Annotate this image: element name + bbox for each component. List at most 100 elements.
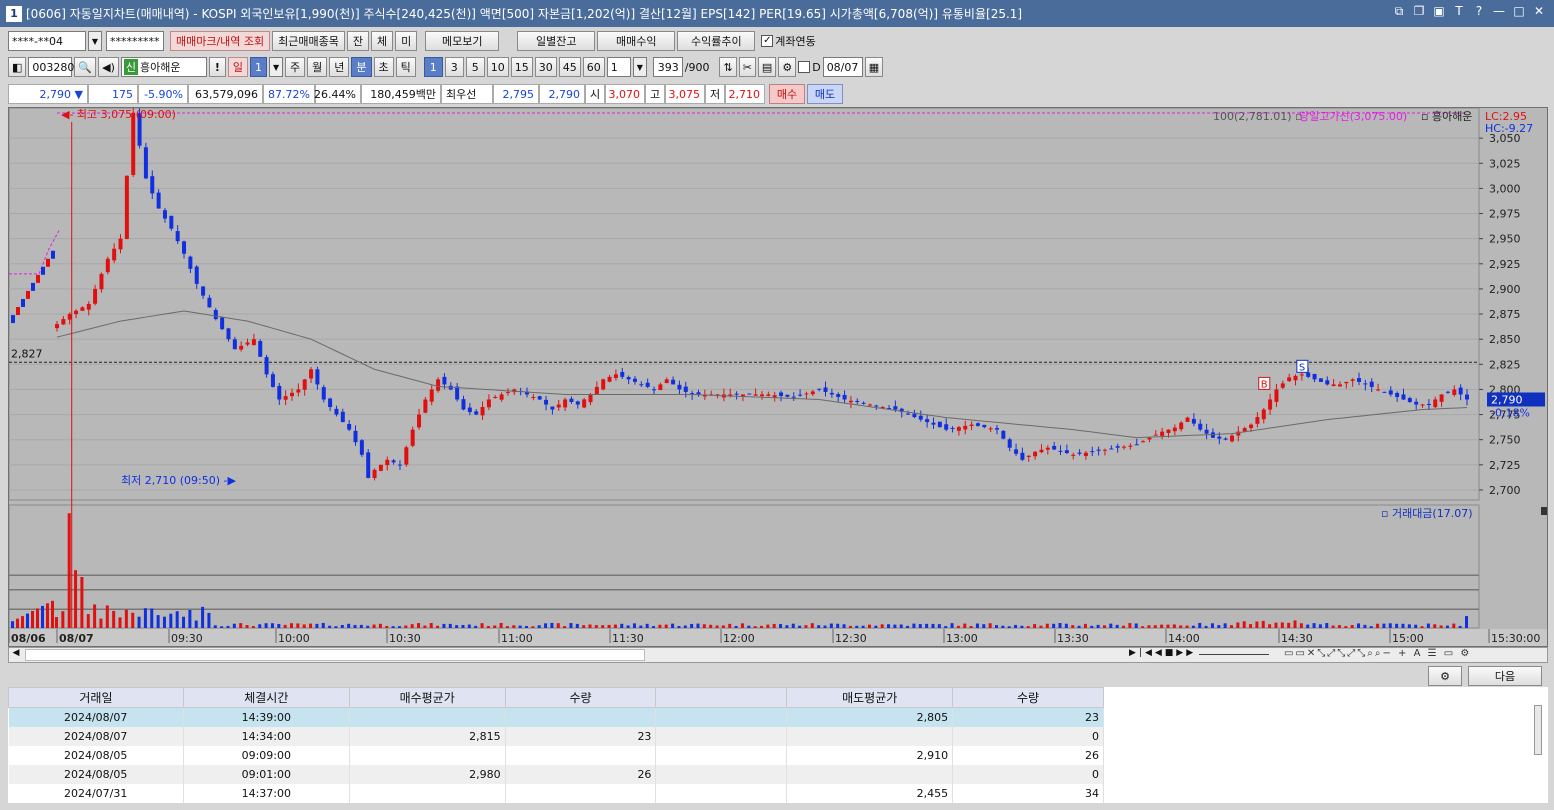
- table-row[interactable]: 2024/08/05 09:01:00 2,980 26 0: [8, 764, 1104, 784]
- candle-body: [658, 384, 663, 391]
- save-icon[interactable]: ▤: [757, 57, 777, 77]
- balance-tab[interactable]: 잔: [346, 31, 370, 51]
- col-time[interactable]: 체결시간: [182, 687, 350, 708]
- buy-button[interactable]: 매수: [769, 84, 805, 104]
- candle-body: [1414, 401, 1419, 405]
- minute-15[interactable]: 15: [510, 57, 533, 77]
- scroll-controls-icon[interactable]: ▶|◀◀■▶▶: [1129, 648, 1196, 658]
- next-button[interactable]: 다음: [1468, 666, 1542, 686]
- table-row[interactable]: 2024/08/07 14:34:00 2,815 23 0: [8, 726, 1104, 746]
- memo-button[interactable]: 메모보기: [425, 31, 500, 51]
- table-row[interactable]: 2024/07/31 14:37:00 2,455 34: [8, 783, 1104, 803]
- minute-30[interactable]: 30: [534, 57, 557, 77]
- zoom-slider[interactable]: [1199, 654, 1269, 655]
- stock-code-input[interactable]: 003280: [28, 57, 74, 77]
- panel-icon[interactable]: ◧: [8, 57, 27, 77]
- volume-bar: [1280, 622, 1284, 628]
- chevron-down-icon[interactable]: ▼: [632, 57, 647, 77]
- sell-button[interactable]: 매도: [807, 84, 843, 104]
- volume-bar: [143, 608, 147, 628]
- col-sell-qty[interactable]: 수량: [952, 687, 1104, 708]
- scroll-thumb[interactable]: [25, 649, 645, 661]
- period-week[interactable]: 주: [285, 57, 306, 77]
- volume-bar: [671, 623, 675, 628]
- period-minute[interactable]: 분: [351, 57, 372, 77]
- stock-name-field[interactable]: 신 흥아해운: [120, 57, 207, 77]
- copy-icon[interactable]: ❐: [1412, 4, 1426, 19]
- volume-bar: [239, 623, 243, 628]
- minute-60[interactable]: 60: [582, 57, 605, 77]
- chart-area[interactable]: 3,050 3,025 3,000 2,975 2,950 2,925 2,900 2,875…: [8, 107, 1548, 647]
- speaker-icon[interactable]: ◀): [98, 57, 119, 77]
- maximize-icon[interactable]: □: [1512, 4, 1526, 19]
- candle-body: [93, 288, 98, 304]
- table-cell: 09:01:00: [183, 764, 350, 784]
- period-day[interactable]: 일: [227, 57, 249, 77]
- tool-icon[interactable]: ✂: [738, 57, 756, 77]
- candle-body: [1115, 446, 1120, 448]
- period-month[interactable]: 월: [307, 57, 328, 77]
- recent-trade-button[interactable]: 최근매매종목: [272, 31, 345, 51]
- table-cell: 14:39:00: [183, 707, 350, 727]
- col-date[interactable]: 거래일: [8, 687, 184, 708]
- count-input[interactable]: 393: [652, 57, 683, 77]
- date-input[interactable]: 08/07: [822, 57, 863, 77]
- font-icon[interactable]: T: [1452, 4, 1466, 19]
- search-icon[interactable]: 🔍: [74, 57, 97, 77]
- account-input[interactable]: ****-**04: [8, 31, 86, 51]
- settings-gear-button[interactable]: ⚙: [1428, 666, 1462, 686]
- candle-body: [893, 406, 898, 410]
- volume-bar: [1414, 624, 1418, 628]
- tile-icon[interactable]: ▣: [1432, 4, 1446, 19]
- horizontal-scrollbar[interactable]: ◀ ▶|◀◀■▶▶ ▭▭✕⤡⤢⤡⤢⤡⌕⌕− + A ☰ ▭ ⚙: [8, 647, 1548, 663]
- col-buy-qty[interactable]: 수량: [504, 687, 657, 708]
- unexecuted-tab[interactable]: 미: [395, 31, 418, 51]
- minute-45[interactable]: 45: [558, 57, 581, 77]
- mark-query-button[interactable]: 매매마크/내역 조회: [170, 31, 271, 51]
- period-tick[interactable]: 틱: [395, 57, 416, 77]
- volume-bar: [1071, 625, 1075, 628]
- table-cell: [349, 783, 506, 803]
- alert-button[interactable]: !: [208, 57, 226, 77]
- minute-1[interactable]: 1: [423, 57, 443, 77]
- link-icon[interactable]: ⧉: [1392, 4, 1406, 19]
- col-buy-avg[interactable]: 매수평균가: [348, 687, 506, 708]
- profit-rate-button[interactable]: 수익률추이: [677, 31, 756, 51]
- help-icon[interactable]: ?: [1472, 4, 1486, 19]
- chevron-down-icon[interactable]: ▼: [269, 57, 284, 77]
- chevron-down-icon[interactable]: ▼: [88, 31, 102, 51]
- volume-bar: [467, 624, 471, 628]
- scroll-left-icon[interactable]: ◀: [9, 648, 23, 662]
- best-quote-label: 최우선: [441, 84, 493, 104]
- period-day-count[interactable]: 1: [250, 57, 268, 77]
- period-year[interactable]: 년: [329, 57, 350, 77]
- volume-bar: [93, 604, 97, 628]
- candle-body: [1395, 392, 1400, 397]
- daily-balance-button[interactable]: 일별잔고: [517, 31, 596, 51]
- gear-icon[interactable]: ⚙: [778, 57, 797, 77]
- minute-3[interactable]: 3: [444, 57, 464, 77]
- trade-profit-button[interactable]: 매매수익: [597, 31, 676, 51]
- indicator-icon[interactable]: ⇅: [719, 57, 737, 77]
- close-icon[interactable]: ✕: [1532, 4, 1546, 19]
- minute-5[interactable]: 5: [465, 57, 485, 77]
- period-second[interactable]: 초: [373, 57, 394, 77]
- volume-bar: [550, 622, 554, 628]
- candle-body: [131, 113, 136, 175]
- vertical-scrollbar[interactable]: [1534, 705, 1542, 755]
- volume-bar: [480, 623, 484, 628]
- col-sell-avg[interactable]: 매도평균가: [786, 687, 954, 708]
- date-checkbox[interactable]: [798, 61, 811, 73]
- table-row[interactable]: 2024/08/07 14:39:00 2,805 23: [8, 707, 1104, 727]
- minute-10[interactable]: 10: [486, 57, 509, 77]
- interval-input[interactable]: 1: [606, 57, 631, 77]
- password-input[interactable]: *********: [106, 31, 164, 51]
- price-tick-label: 3,025: [1489, 157, 1521, 170]
- table-row[interactable]: 2024/08/05 09:09:00 2,910 26: [8, 745, 1104, 765]
- minimize-icon[interactable]: —: [1492, 4, 1506, 19]
- price-chart[interactable]: 3,0503,0253,0002,9752,9502,9252,9002,875…: [9, 108, 1547, 646]
- drawing-tools-icon[interactable]: ▭▭✕⤡⤢⤡⤢⤡⌕⌕− + A ☰ ▭ ⚙: [1284, 648, 1471, 659]
- account-link-checkbox[interactable]: ✓: [761, 35, 774, 47]
- executed-tab[interactable]: 체: [371, 31, 394, 51]
- calendar-icon[interactable]: ▦: [864, 57, 884, 77]
